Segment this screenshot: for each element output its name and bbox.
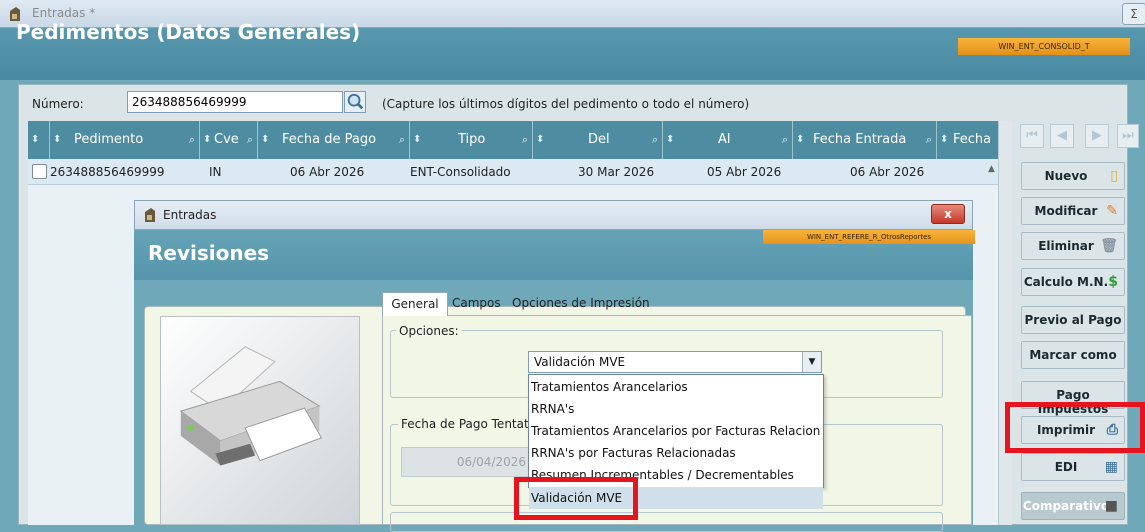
dropdown-item-tratamientos-facturas[interactable]: Tratamientos Arancelarios por Facturas R… xyxy=(531,420,821,442)
search-icon xyxy=(347,93,364,110)
column-header-pedimento[interactable]: ⬍ Pedimento ⌕ xyxy=(50,121,200,159)
window-close-button[interactable]: Σ xyxy=(1122,3,1145,25)
numero-hint: (Capture los últimos dígitos del pedimen… xyxy=(382,97,750,111)
filter-icon[interactable]: ⌕ xyxy=(247,121,253,159)
first-record-button[interactable]: ⏮ xyxy=(1020,124,1044,148)
search-button[interactable] xyxy=(344,91,366,113)
tab-campos[interactable]: Campos xyxy=(452,292,501,316)
window-title: Entradas * xyxy=(32,6,96,20)
next-record-button[interactable]: ▶ xyxy=(1085,124,1109,148)
trash-icon: 🗑 xyxy=(1100,238,1118,254)
edi-button[interactable]: EDI ▦ xyxy=(1021,453,1125,481)
column-header-fecha-entrada[interactable]: ⬍ Fecha Entrada ⌕ xyxy=(793,121,937,159)
previo-al-pago-button[interactable]: Previo al Pago xyxy=(1021,306,1125,334)
dialog-page-title: Revisiones xyxy=(148,241,270,265)
eliminar-button[interactable]: Eliminar 🗑 xyxy=(1021,232,1125,260)
opciones-label: Opciones: xyxy=(396,324,462,338)
cell-tipo: ENT-Consolidado xyxy=(410,165,511,179)
column-header-al[interactable]: ⬍ Al ⌕ xyxy=(663,121,793,159)
edi-icon: ▦ xyxy=(1104,459,1118,475)
sort-icon: ⬍ xyxy=(536,134,545,145)
filter-icon[interactable]: ⌕ xyxy=(926,121,932,159)
highlight-imprimir xyxy=(1005,402,1145,453)
filter-icon[interactable]: ⌕ xyxy=(652,121,658,159)
previous-record-button[interactable]: ◀ xyxy=(1050,124,1074,148)
dialog-code-badge: WIN_ENT_REFERE_R_OtrosReportes xyxy=(763,230,975,244)
filter-icon[interactable]: ⌕ xyxy=(782,121,788,159)
marcar-como-button[interactable]: Marcar como xyxy=(1021,341,1125,369)
dropdown-item-tratamientos[interactable]: Tratamientos Arancelarios xyxy=(531,376,821,398)
cell-pedimento: 263488856469999 xyxy=(50,165,165,179)
cell-cve: IN xyxy=(209,165,222,179)
sort-icon: ⬍ xyxy=(31,134,40,145)
modificar-button[interactable]: Modificar ✎ xyxy=(1021,197,1125,225)
cell-al: 05 Abr 2026 xyxy=(707,165,782,179)
lower-group xyxy=(390,512,943,532)
dollar-icon: $ xyxy=(1108,274,1118,290)
numero-input[interactable] xyxy=(127,91,343,113)
window-code-badge: WIN_ENT_CONSOLID_T xyxy=(958,38,1130,55)
row-checkbox[interactable] xyxy=(32,164,47,179)
dropdown-item-rrnas-facturas[interactable]: RRNA's por Facturas Relacionadas xyxy=(531,442,821,464)
opciones-select-value: Validación MVE xyxy=(534,355,626,369)
last-icon: ⏭ xyxy=(1122,128,1134,143)
grid-header: ⬍ ⬍ Pedimento ⌕ ⬍ Cve ⌕ ⬍ Fecha de Pago ⌕ ⬍ Tip… xyxy=(28,121,998,159)
dialog-titlebar xyxy=(134,200,973,230)
first-icon: ⏮ xyxy=(1026,128,1038,143)
cell-fecha-pago: 06 Abr 2026 xyxy=(290,165,365,179)
dialog-title: Entradas xyxy=(163,208,217,222)
column-header-fecha-pago[interactable]: ⬍ Fecha de Pago ⌕ xyxy=(258,121,410,159)
previous-icon: ◀ xyxy=(1057,128,1067,143)
filter-icon[interactable]: ⌕ xyxy=(522,121,528,159)
sort-icon: ⬍ xyxy=(203,134,212,145)
dialog-close-button[interactable]: x xyxy=(931,204,965,224)
tab-general[interactable]: General xyxy=(382,292,448,316)
dropdown-item-rrnas[interactable]: RRNA's xyxy=(531,398,821,420)
cell-fecha-entrada: 06 Abr 2026 xyxy=(850,165,925,179)
numero-label: Número: xyxy=(32,97,84,111)
highlight-validacion-mve xyxy=(514,477,638,520)
nuevo-button[interactable]: Nuevo ▯ xyxy=(1021,162,1125,190)
sort-icon: ⬍ xyxy=(940,134,949,145)
column-header-fecha[interactable]: ⬍ Fecha xyxy=(937,121,998,159)
edit-icon: ✎ xyxy=(1106,203,1118,219)
filter-icon[interactable]: ⌕ xyxy=(189,121,195,159)
column-selector-header[interactable]: ⬍ xyxy=(28,121,50,159)
tab-opciones-impresion[interactable]: Opciones de Impresión xyxy=(512,292,650,316)
column-header-tipo[interactable]: ⬍ Tipo ⌕ xyxy=(410,121,533,159)
comparativo-button[interactable]: Comparativo ■ xyxy=(1021,492,1125,520)
column-header-cve[interactable]: ⬍ Cve ⌕ xyxy=(200,121,258,159)
sort-icon: ⬍ xyxy=(796,134,805,145)
scroll-up-icon[interactable]: ▲ xyxy=(988,164,1000,182)
sort-icon: ⬍ xyxy=(413,134,422,145)
page-title: Pedimentos (Datos Generales) xyxy=(16,20,361,44)
chevron-down-icon[interactable]: ▼ xyxy=(802,352,821,372)
table-row[interactable]: 263488856469999 IN 06 Abr 2026 ENT-Conso… xyxy=(28,159,998,185)
sort-icon: ⬍ xyxy=(261,134,270,145)
calculo-mn-button[interactable]: Calculo M.N. $ xyxy=(1021,268,1125,296)
grid-scrollbar[interactable] xyxy=(998,121,1012,525)
column-header-del[interactable]: ⬍ Del ⌕ xyxy=(533,121,663,159)
next-icon: ▶ xyxy=(1092,128,1102,143)
last-record-button[interactable]: ⏭ xyxy=(1117,124,1139,148)
printer-icon xyxy=(179,346,323,466)
filter-icon[interactable]: ⌕ xyxy=(399,121,405,159)
sort-icon: ⬍ xyxy=(666,134,675,145)
new-document-icon: ▯ xyxy=(1110,168,1118,184)
printer-image xyxy=(160,316,360,525)
cell-del: 30 Mar 2026 xyxy=(578,165,655,179)
app-icon xyxy=(145,208,155,222)
compare-icon: ■ xyxy=(1104,498,1118,514)
sort-icon: ⬍ xyxy=(53,134,62,145)
fecha-pago-input[interactable]: 06/04/2026 xyxy=(401,447,533,477)
